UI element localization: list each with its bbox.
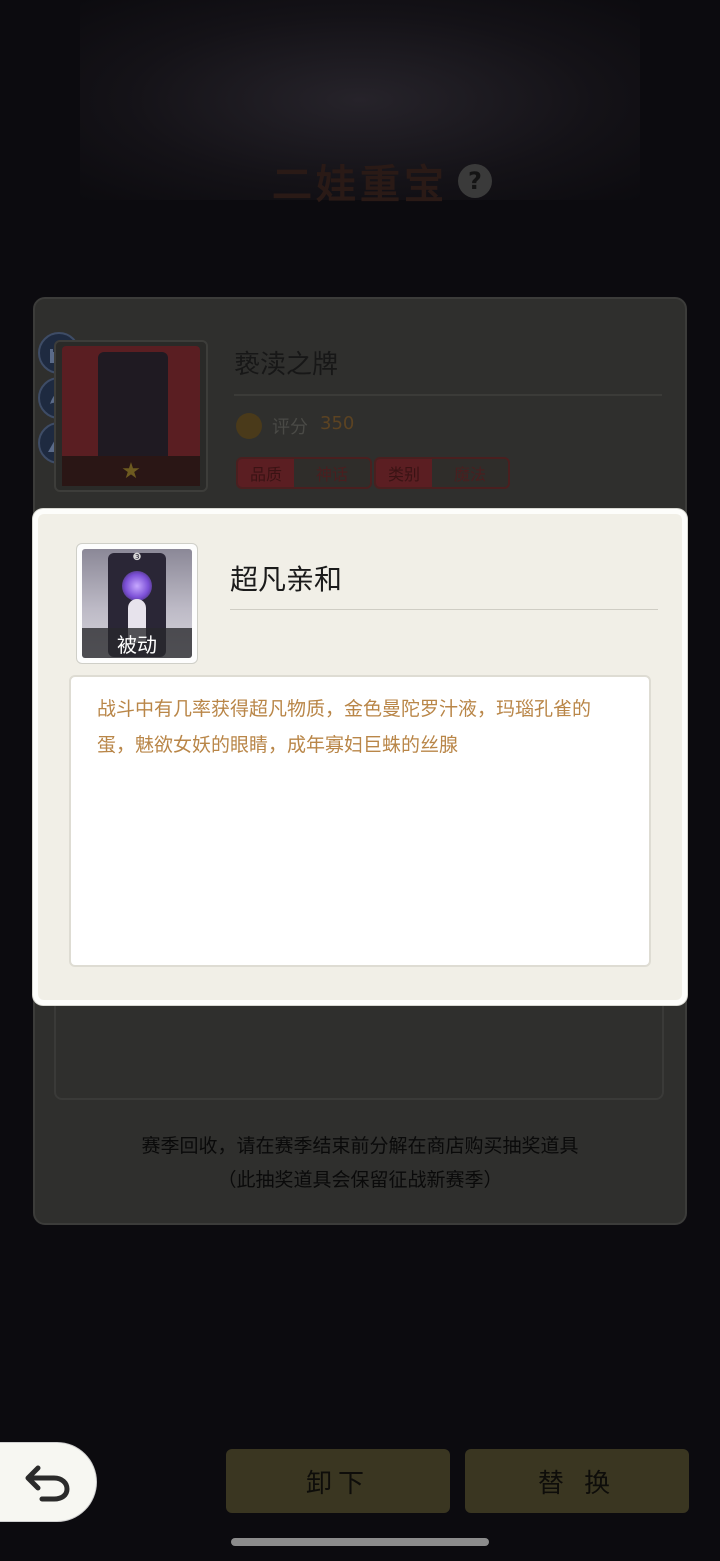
- quality-tag: 品质 神话: [236, 457, 373, 489]
- skill-title: 超凡亲和: [230, 563, 343, 596]
- item-name: 亵渎之牌: [234, 350, 339, 380]
- skill-description: 战斗中有几率获得超凡物质，金色曼陀罗汁液，玛瑙孔雀的蛋，魅欲女妖的眼睛，成年寡妇…: [69, 675, 651, 967]
- skill-description-text: 战斗中有几率获得超凡物质，金色曼陀罗汁液，玛瑙孔雀的蛋，魅欲女妖的眼睛，成年寡妇…: [97, 698, 592, 756]
- item-effects-panel: [54, 1000, 664, 1100]
- divider: [234, 394, 662, 396]
- skill-popup[interactable]: ❸ 被动 超凡亲和 战斗中有几率获得超凡物质，金色曼陀罗汁液，玛瑙孔雀的蛋，魅欲…: [33, 509, 687, 1005]
- score-label: 评分: [272, 417, 308, 438]
- score-value: 350: [320, 413, 355, 434]
- season-notice: 赛季回收，请在赛季结束前分解在商店购买抽奖道具: [141, 1135, 579, 1157]
- passive-badge: 被动: [82, 628, 192, 658]
- replace-button[interactable]: 替 换: [465, 1449, 689, 1513]
- unequip-button[interactable]: 卸下: [226, 1449, 450, 1513]
- item-thumbnail: ★: [54, 340, 208, 492]
- tag-key: 品质: [238, 459, 295, 487]
- home-indicator[interactable]: [231, 1538, 489, 1546]
- star-icon: ★: [121, 459, 141, 484]
- back-button[interactable]: [0, 1443, 96, 1521]
- page-title: 二娃重宝: [272, 162, 448, 208]
- divider: [230, 609, 658, 610]
- question-circle-icon[interactable]: ?: [458, 164, 492, 198]
- gem-icon: [236, 413, 262, 439]
- skill-card-image: ❸ 被动: [82, 549, 192, 658]
- tag-key: 类别: [376, 459, 433, 487]
- undo-arrow-icon: [25, 1465, 70, 1502]
- tag-value: 魔法: [432, 459, 509, 487]
- tag-value: 神话: [294, 459, 371, 487]
- skill-thumbnail: ❸ 被动: [76, 543, 198, 664]
- category-tag: 类别 魔法: [374, 457, 511, 489]
- season-notice-sub: （此抽奖道具会保留征战新赛季）: [217, 1169, 503, 1191]
